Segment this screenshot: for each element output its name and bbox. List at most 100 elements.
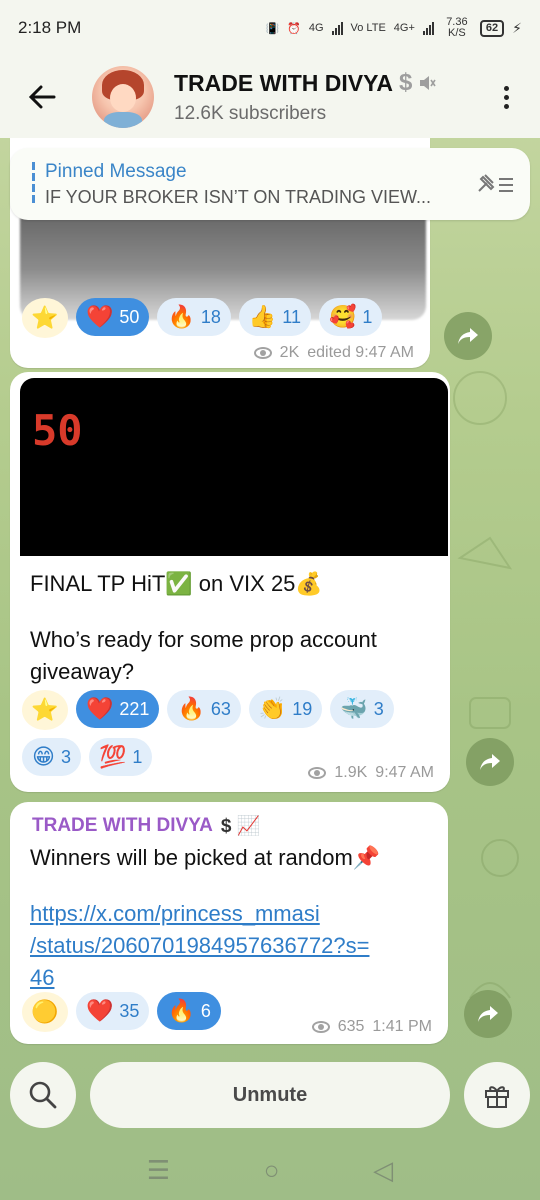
message-time: edited 9:47 AM	[307, 344, 414, 361]
reaction-clap[interactable]: 👏 19	[248, 690, 323, 728]
signal-icon	[331, 21, 343, 35]
reaction-grin[interactable]: 😁 3	[22, 738, 81, 776]
unpin-button[interactable]	[470, 171, 520, 197]
reaction-count: 63	[210, 698, 231, 719]
gift-icon	[485, 1086, 509, 1108]
reaction-hundred[interactable]: 💯 1	[88, 738, 153, 776]
message-bubble-2[interactable]: 50 FINAL TP HiT✅ on VIX 25💰 Who’s ready …	[10, 372, 450, 792]
network-speed: 7.36 K/S	[446, 16, 468, 39]
reaction-smiling-hearts[interactable]: 🥰 1	[318, 298, 383, 336]
signal-icon-2	[422, 21, 434, 35]
reaction-heart[interactable]: ❤️ 50	[76, 298, 150, 336]
message-sender[interactable]: TRADE WITH DIVYA $ 📈	[32, 814, 260, 838]
share-forward-icon	[480, 754, 500, 770]
forward-button-1[interactable]	[444, 312, 492, 360]
back-button[interactable]	[12, 67, 72, 127]
reaction-count: 50	[119, 306, 140, 327]
battery-icon: 62	[479, 19, 505, 37]
image-number: 50	[32, 406, 83, 455]
view-count: 635	[337, 1018, 365, 1035]
share-forward-icon	[458, 328, 478, 344]
back-arrow-icon	[28, 85, 56, 109]
view-count: 2K	[279, 344, 300, 361]
channel-info[interactable]: TRADE WITH DIVYA $ 12.6K subscribers	[174, 69, 486, 125]
search-icon	[29, 1081, 57, 1109]
muted-icon	[420, 76, 436, 90]
share-forward-icon	[478, 1006, 498, 1022]
bottom-action-bar: Unmute	[0, 1056, 540, 1134]
alarm-icon: ⏰	[287, 22, 301, 35]
forward-button-2[interactable]	[466, 738, 514, 786]
link-part-1[interactable]: https://x.com/princess_mmasi	[30, 901, 320, 926]
message-meta-1: 2K edited 9:47 AM	[253, 344, 414, 362]
reaction-fire[interactable]: 🔥 18	[157, 298, 231, 336]
reaction-count: 19	[292, 698, 313, 719]
reactions-row-3: 🟡 ❤️ 35 🔥 6	[22, 992, 221, 1032]
reactions-row-1: ⭐ ❤️ 50 🔥 18 👍 11 🥰 1	[22, 298, 383, 338]
reaction-fire[interactable]: 🔥 6	[157, 992, 221, 1030]
clock: 2:18 PM	[18, 18, 82, 37]
sender-emoji: $ 📈	[220, 816, 261, 837]
reaction-count: 35	[119, 1000, 140, 1021]
dollar-emoji: $	[398, 69, 413, 96]
gift-button[interactable]	[464, 1062, 530, 1128]
system-nav-bar: ☰ ○ ◁	[0, 1140, 540, 1200]
message-time: 1:41 PM	[372, 1018, 432, 1035]
message-image[interactable]: 50	[20, 378, 448, 556]
message-time: 9:47 AM	[375, 764, 434, 781]
reaction-count: 3	[60, 746, 71, 767]
message-bubble-3[interactable]: TRADE WITH DIVYA $ 📈 Winners will be pic…	[10, 802, 448, 1044]
more-menu-button[interactable]	[486, 72, 526, 122]
channel-title: TRADE WITH DIVYA $	[174, 69, 486, 97]
status-icons: 📳 ⏰ 4G Vo LTE 4G+ 7.36 K/S 62 ⚡	[265, 17, 522, 39]
message-meta-2: 1.9K 9:47 AM	[308, 764, 434, 782]
message-line-1: FINAL TP HiT✅ on VIX 25💰	[30, 571, 323, 596]
reaction-star[interactable]: ⭐	[22, 298, 68, 338]
network-label-3: 4G+	[393, 22, 415, 34]
reaction-fire[interactable]: 🔥 63	[167, 690, 241, 728]
pinned-indicator	[32, 162, 35, 206]
sender-name: TRADE WITH DIVYA	[32, 815, 213, 836]
message-text: Winners will be picked at random📌	[30, 845, 381, 870]
chat-header: TRADE WITH DIVYA $ 12.6K subscribers	[0, 56, 540, 138]
network-label-2: Vo LTE	[350, 22, 386, 34]
reaction-coin[interactable]: 🟡	[22, 992, 68, 1032]
link-part-3[interactable]: 46	[30, 965, 54, 990]
channel-avatar[interactable]	[92, 66, 154, 128]
reaction-count: 1	[362, 306, 373, 327]
views-icon	[311, 1021, 330, 1033]
reaction-whale[interactable]: 🐳 3	[330, 690, 394, 728]
recent-apps-button[interactable]: ☰	[147, 1155, 170, 1186]
message-link[interactable]: https://x.com/princess_mmasi /status/206…	[30, 898, 430, 994]
more-vertical-icon	[503, 85, 509, 91]
unmute-button[interactable]: Unmute	[90, 1062, 450, 1128]
reaction-count: 221	[119, 698, 150, 719]
reaction-count: 6	[200, 1000, 211, 1021]
home-button[interactable]: ○	[264, 1155, 280, 1186]
message-line-2: Who’s ready for some prop account giveaw…	[30, 627, 377, 684]
back-nav-button[interactable]: ◁	[373, 1155, 393, 1186]
reaction-count: 3	[373, 698, 384, 719]
pinned-message-bar[interactable]: Pinned Message IF YOUR BROKER ISN’T ON T…	[10, 148, 530, 220]
link-part-2[interactable]: /status/2060701984957636772?s=	[30, 933, 369, 958]
network-label-1: 4G	[308, 22, 324, 34]
reaction-count: 1	[132, 746, 143, 767]
reaction-heart[interactable]: ❤️ 35	[76, 992, 150, 1030]
reaction-count: 18	[200, 306, 221, 327]
search-button[interactable]	[10, 1062, 76, 1128]
views-icon	[308, 767, 327, 779]
reaction-heart[interactable]: ❤️ 221	[76, 690, 160, 728]
vibrate-icon: 📳	[265, 22, 280, 35]
reaction-thumbs-up[interactable]: 👍 11	[238, 298, 311, 336]
pinned-text: IF YOUR BROKER ISN’T ON TRADING VIEW...	[45, 186, 432, 207]
unpin-icon	[478, 174, 513, 192]
message-meta-3: 635 1:41 PM	[311, 1018, 432, 1036]
pinned-title: Pinned Message	[45, 160, 187, 182]
system-status-bar: 2:18 PM 📳 ⏰ 4G Vo LTE 4G+ 7.36 K/S 62 ⚡	[0, 0, 540, 56]
channel-name: TRADE WITH DIVYA	[174, 69, 393, 96]
views-icon	[253, 347, 272, 359]
reaction-star[interactable]: ⭐	[22, 690, 68, 730]
forward-button-3[interactable]	[464, 990, 512, 1038]
charging-icon: ⚡	[512, 19, 522, 36]
reaction-count: 11	[282, 306, 301, 327]
